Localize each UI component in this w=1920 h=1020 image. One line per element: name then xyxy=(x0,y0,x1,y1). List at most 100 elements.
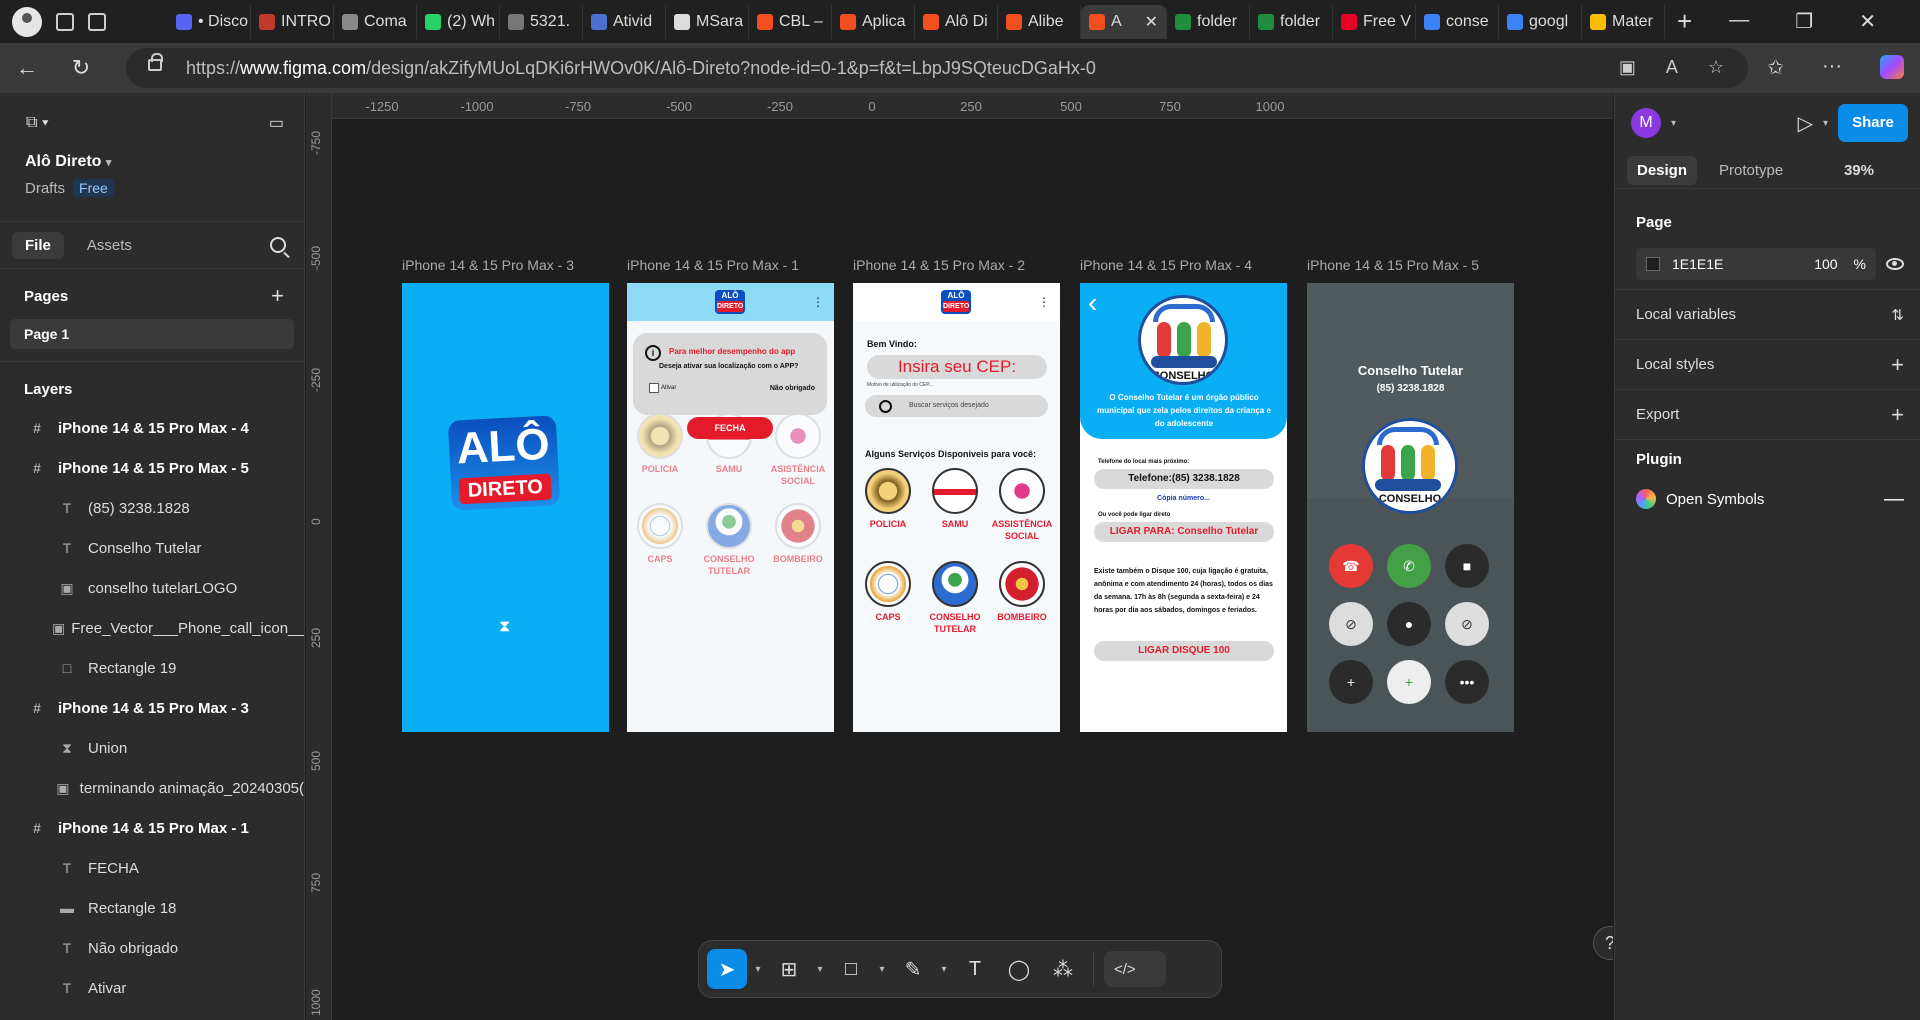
browser-tab[interactable]: MSara xyxy=(666,4,749,39)
decline-button[interactable]: Não obrigado xyxy=(770,385,815,392)
frame-tool-caret[interactable]: ▾ xyxy=(813,964,827,975)
video-icon[interactable]: ■ xyxy=(1445,544,1489,588)
frame-permission[interactable]: ALÔ DIRETO ⋮ POLICIA SAMU ASISTÊNCIA SOCI… xyxy=(627,283,834,732)
cep-input[interactable]: Insira seu CEP: xyxy=(867,355,1047,379)
browser-tab[interactable]: (2) Wh xyxy=(417,4,500,39)
layer-item[interactable]: T FECHA xyxy=(0,848,304,888)
close-tab-icon[interactable]: ✕ xyxy=(1145,12,1158,32)
answer-icon[interactable]: ✆ xyxy=(1387,544,1431,588)
layer-item[interactable]: T Ativar xyxy=(0,968,304,1008)
add-user-icon[interactable]: + xyxy=(1387,660,1431,704)
color-swatch[interactable] xyxy=(1646,257,1660,271)
favorites-icon[interactable]: ✩ xyxy=(1767,55,1784,80)
restore-icon[interactable]: ❐ xyxy=(1795,9,1813,34)
help-button[interactable]: ? xyxy=(1593,926,1613,960)
browser-tab[interactable]: • Disco xyxy=(168,4,251,39)
local-variables-label[interactable]: Local variables xyxy=(1636,306,1736,323)
favorite-star-icon[interactable]: ☆ xyxy=(1708,57,1724,78)
tab-file[interactable]: File xyxy=(12,231,64,259)
layer-item[interactable]: # iPhone 14 & 15 Pro Max - 5 xyxy=(0,448,304,488)
page-item-1[interactable]: Page 1 xyxy=(10,319,294,349)
browser-tab[interactable]: Aplica xyxy=(832,4,915,39)
app-available-icon[interactable]: ▣ xyxy=(1619,57,1636,78)
move-tool-icon[interactable]: ➤ xyxy=(707,949,747,989)
layer-item[interactable]: □ Rectangle 19 xyxy=(0,648,304,688)
drafts-label[interactable]: Drafts xyxy=(25,180,65,197)
browser-tab[interactable]: Ativid xyxy=(583,4,666,39)
profile-avatar-icon[interactable] xyxy=(12,6,42,37)
present-caret-icon[interactable]: ▾ xyxy=(1823,118,1828,129)
microphone-icon[interactable]: ● xyxy=(1387,602,1431,646)
service-bombeiro[interactable]: BOMBEIRO xyxy=(767,503,829,565)
workspaces-icon[interactable] xyxy=(56,12,74,31)
tab-prototype[interactable]: Prototype xyxy=(1709,156,1793,185)
service-bombeiro[interactable]: BOMBEIRO xyxy=(991,561,1053,623)
present-play-icon[interactable]: ▷ xyxy=(1798,111,1813,136)
background-color-hex[interactable]: 1E1E1E xyxy=(1672,256,1723,272)
tab-actions-icon[interactable] xyxy=(88,12,106,31)
browser-tab[interactable]: Alô Di xyxy=(915,4,998,39)
call-100-button[interactable]: LIGAR DISQUE 100 xyxy=(1094,641,1274,661)
share-button[interactable]: Share xyxy=(1838,104,1908,142)
service-samu[interactable]: SAMU xyxy=(924,468,986,530)
more-menu-icon[interactable]: ··· xyxy=(1822,55,1842,80)
tab-design[interactable]: Design xyxy=(1627,156,1698,185)
service-caps[interactable]: CAPS xyxy=(857,561,919,623)
add-page-icon[interactable]: + xyxy=(271,283,284,309)
browser-tab[interactable]: folder xyxy=(1250,4,1333,39)
activate-checkbox[interactable] xyxy=(649,383,659,393)
local-styles-label[interactable]: Local styles xyxy=(1636,356,1714,373)
tab-assets[interactable]: Assets xyxy=(74,232,145,259)
browser-tab[interactable]: Free V xyxy=(1333,4,1416,39)
browser-tab[interactable]: conse xyxy=(1416,4,1499,39)
frame-tool-icon[interactable]: ⊞ xyxy=(769,949,809,989)
frame-home[interactable]: ALÔ DIRETO ⋮ Bem Vindo: Insira seu CEP: M… xyxy=(853,283,1060,732)
comment-tool-icon[interactable]: ◯ xyxy=(999,949,1039,989)
dev-mode-icon[interactable]: </> xyxy=(1104,951,1166,987)
browser-tab[interactable]: Mater xyxy=(1582,4,1665,39)
service-conselho[interactable]: CONSELHO TUTELAR xyxy=(924,561,986,635)
layer-item[interactable]: T Conselho Tutelar xyxy=(0,528,304,568)
move-tool-caret[interactable]: ▾ xyxy=(751,964,765,975)
figma-menu-icon[interactable]: ⧉ ▾ xyxy=(26,114,49,132)
browser-tab[interactable]: INTRO xyxy=(251,4,334,39)
layer-item[interactable]: ▬ Rectangle 18 xyxy=(0,888,304,928)
activate-label[interactable]: Ativar xyxy=(661,385,676,391)
shape-tool-caret[interactable]: ▾ xyxy=(875,964,889,975)
service-social[interactable]: ASSISTÊNCIA SOCIAL xyxy=(991,468,1053,542)
chevron-down-icon[interactable]: ▾ xyxy=(106,157,112,169)
browser-tab[interactable]: CBL – xyxy=(749,4,832,39)
frame-splash[interactable]: ALÔ DIRETO ⧗ xyxy=(402,283,609,732)
new-tab-icon[interactable]: + xyxy=(1677,6,1692,37)
service-search-input[interactable]: Buscar serviços desejado xyxy=(865,395,1048,417)
minimize-icon[interactable]: — xyxy=(1729,9,1749,34)
layer-item[interactable]: ▣ terminando animação_20240305( xyxy=(0,768,304,808)
back-icon[interactable]: ← xyxy=(0,55,54,81)
refresh-icon[interactable]: ↻ xyxy=(54,55,108,81)
frame-detail[interactable]: ‹ CONSELHO O Conselho Tutelar é um órgão… xyxy=(1080,283,1287,732)
kebab-menu-icon[interactable]: ⋮ xyxy=(1038,295,1050,309)
hangup-icon[interactable]: ☎ xyxy=(1329,544,1373,588)
layer-item[interactable]: T Não obrigado xyxy=(0,928,304,968)
mute-icon[interactable]: ⊘ xyxy=(1445,602,1489,646)
add-style-icon[interactable]: + xyxy=(1891,352,1904,378)
copilot-icon[interactable] xyxy=(1880,55,1904,79)
service-conselho[interactable]: CONSELHO TUTELAR xyxy=(698,503,760,577)
phone-pill[interactable]: Telefone:(85) 3238.1828 xyxy=(1094,469,1274,489)
variables-settings-icon[interactable]: ⇅ xyxy=(1891,306,1904,324)
layer-item[interactable]: # iPhone 14 & 15 Pro Max - 4 xyxy=(0,408,304,448)
search-icon[interactable] xyxy=(270,237,286,253)
toggle-sidebar-icon[interactable]: ▭ xyxy=(269,113,284,133)
browser-tab[interactable]: A ✕ xyxy=(1081,4,1167,39)
service-police[interactable]: POLICIA xyxy=(857,468,919,530)
rectangle-tool-icon[interactable]: □ xyxy=(831,949,871,989)
browser-tab[interactable]: googl xyxy=(1499,4,1582,39)
read-aloud-icon[interactable]: A xyxy=(1666,57,1678,78)
frame-call[interactable]: Conselho Tutelar (85) 3238.1828 ☎ ✆ ■ ⊘ … xyxy=(1307,283,1514,732)
frame-label-2[interactable]: iPhone 14 & 15 Pro Max - 2 xyxy=(853,257,1025,273)
pen-tool-caret[interactable]: ▾ xyxy=(937,964,951,975)
browser-tab[interactable]: Alibe xyxy=(998,4,1081,39)
service-social[interactable]: ASISTÊNCIA SOCIAL xyxy=(767,413,829,487)
frame-label-1[interactable]: iPhone 14 & 15 Pro Max - 1 xyxy=(627,257,799,273)
actions-tool-icon[interactable]: ⁂ xyxy=(1043,949,1083,989)
